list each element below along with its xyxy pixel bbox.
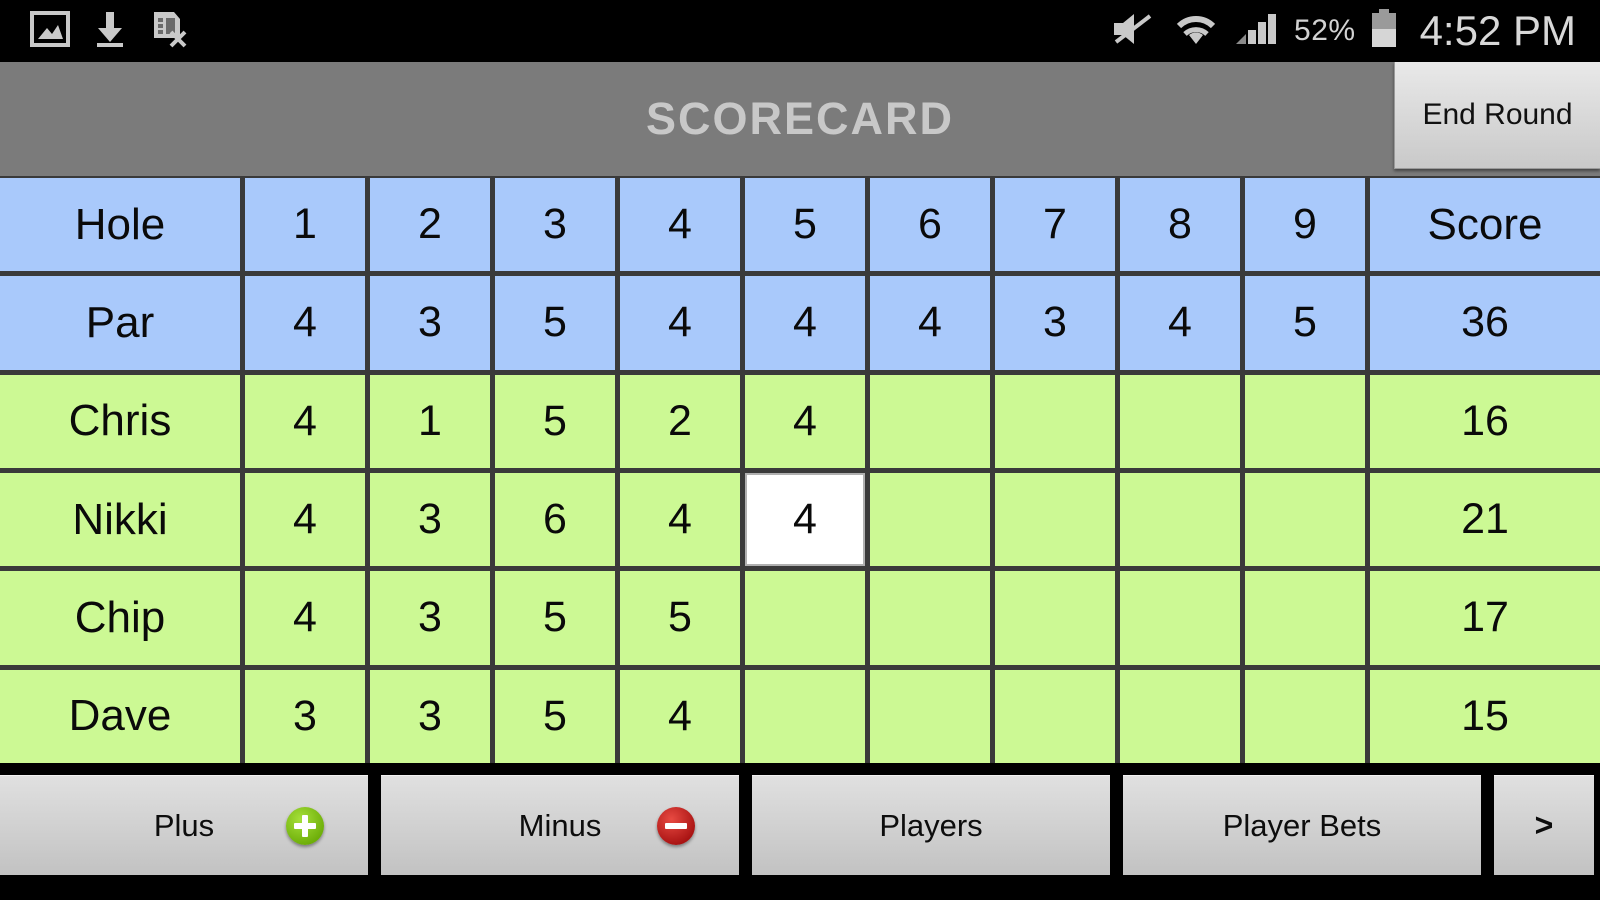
score-cell-chris-hole-9[interactable] [1245,374,1365,468]
status-bar-right-icons: 52% 4:52 PM [1110,7,1600,54]
score-cell-dave-hole-1[interactable]: 3 [245,669,365,763]
hole-number-3[interactable]: 3 [495,178,615,272]
score-cell-chip-hole-6[interactable] [870,571,990,665]
score-cell-dave-hole-5[interactable] [745,669,865,763]
battery-icon [1370,8,1398,54]
download-icon [92,10,128,53]
clock-label: 4:52 PM [1419,7,1576,54]
status-bar: 52% 4:52 PM [0,0,1600,62]
score-cell-nikki-hole-3[interactable]: 6 [495,473,615,567]
par-cell-hole-7[interactable]: 3 [995,276,1115,370]
par-cell-hole-2[interactable]: 3 [370,276,490,370]
battery-percent-label: 52% [1294,14,1356,47]
score-cell-chip-hole-8[interactable] [1120,571,1240,665]
par-cell-hole-1[interactable]: 4 [245,276,365,370]
scorecard-grid: Hole 1 2 3 4 5 6 7 8 9 Score Par 4 3 5 4 4 4 3 4 5 36 Chris 4 1 5… [0,176,1600,763]
next-page-button[interactable]: > [1494,775,1594,875]
score-cell-chip-hole-4[interactable]: 5 [620,571,740,665]
score-cell-chris-hole-2[interactable]: 1 [370,374,490,468]
players-button-label: Players [879,807,983,843]
score-cell-nikki-hole-1[interactable]: 4 [245,473,365,567]
score-cell-nikki-hole-6[interactable] [870,473,990,567]
hole-number-2[interactable]: 2 [370,178,490,272]
score-cell-nikki-hole-7[interactable] [995,473,1115,567]
player-name-nikki[interactable]: Nikki [0,473,240,567]
score-cell-nikki-hole-5[interactable]: 4 [745,473,865,567]
hole-number-4[interactable]: 4 [620,178,740,272]
score-cell-chris-hole-8[interactable] [1120,374,1240,468]
image-icon [30,10,70,52]
score-cell-chip-hole-2[interactable]: 3 [370,571,490,665]
par-cell-hole-9[interactable]: 5 [1245,276,1365,370]
chevron-right-icon: > [1534,807,1554,843]
hole-number-9[interactable]: 9 [1245,178,1365,272]
score-cell-nikki-hole-4[interactable]: 4 [620,473,740,567]
players-button[interactable]: Players [752,775,1110,875]
scorecard-app-window: 52% 4:52 PM SCORECARD End Round Hole 1 2 3 4… [0,0,1600,900]
score-cell-dave-hole-6[interactable] [870,669,990,763]
score-cell-chip-hole-5[interactable] [745,571,865,665]
hole-number-6[interactable]: 6 [870,178,990,272]
hole-number-5[interactable]: 5 [745,178,865,272]
par-cell-hole-8[interactable]: 4 [1120,276,1240,370]
score-cell-chip-hole-1[interactable]: 4 [245,571,365,665]
score-cell-nikki-hole-8[interactable] [1120,473,1240,567]
player-name-chip[interactable]: Chip [0,571,240,665]
par-total-cell: 36 [1370,276,1600,370]
end-round-button[interactable]: End Round [1394,62,1600,169]
player-name-dave[interactable]: Dave [0,669,240,763]
score-cell-dave-hole-7[interactable] [995,669,1115,763]
mute-icon [1110,10,1158,53]
score-cell-dave-hole-8[interactable] [1120,669,1240,763]
score-cell-chris-hole-3[interactable]: 5 [495,374,615,468]
status-bar-left-icons [0,10,188,53]
hole-number-7[interactable]: 7 [995,178,1115,272]
score-cell-chip-hole-3[interactable]: 5 [495,571,615,665]
score-cell-dave-hole-2[interactable]: 3 [370,669,490,763]
signal-icon [1234,10,1280,53]
player-bets-button-label: Player Bets [1222,807,1382,843]
page-title: SCORECARD [645,93,955,144]
total-cell-chris: 16 [1370,374,1600,468]
par-cell-hole-5[interactable]: 4 [745,276,865,370]
score-cell-chris-hole-5[interactable]: 4 [745,374,865,468]
plus-circle-icon [286,806,324,845]
score-cell-chris-hole-1[interactable]: 4 [245,374,365,468]
title-bar: SCORECARD End Round [0,62,1600,176]
par-cell-hole-4[interactable]: 4 [620,276,740,370]
hole-number-8[interactable]: 8 [1120,178,1240,272]
score-cell-chip-hole-7[interactable] [995,571,1115,665]
hole-number-1[interactable]: 1 [245,178,365,272]
score-header-label: Score [1370,178,1600,272]
score-cell-nikki-hole-9[interactable] [1245,473,1365,567]
bottom-toolbar: Plus Minus Players Player Bets > [0,763,1600,900]
minus-button-label: Minus [518,807,602,843]
score-cell-nikki-hole-2[interactable]: 3 [370,473,490,567]
total-cell-dave: 15 [1370,669,1600,763]
plus-button[interactable]: Plus [0,775,368,875]
score-cell-chris-hole-4[interactable]: 2 [620,374,740,468]
plus-button-label: Plus [153,807,215,843]
score-cell-chris-hole-6[interactable] [870,374,990,468]
par-cell-hole-6[interactable]: 4 [870,276,990,370]
par-header-label: Par [0,276,240,370]
player-name-chris[interactable]: Chris [0,374,240,468]
player-bets-button[interactable]: Player Bets [1123,775,1481,875]
minus-button[interactable]: Minus [381,775,739,875]
total-cell-nikki: 21 [1370,473,1600,567]
score-cell-dave-hole-3[interactable]: 5 [495,669,615,763]
score-cell-dave-hole-4[interactable]: 4 [620,669,740,763]
total-cell-chip: 17 [1370,571,1600,665]
document-cancel-icon [150,10,188,53]
minus-circle-icon [657,806,695,845]
score-cell-chris-hole-7[interactable] [995,374,1115,468]
hole-header-label: Hole [0,178,240,272]
score-cell-chip-hole-9[interactable] [1245,571,1365,665]
score-cell-dave-hole-9[interactable] [1245,669,1365,763]
par-cell-hole-3[interactable]: 5 [495,276,615,370]
wifi-icon [1172,10,1220,53]
